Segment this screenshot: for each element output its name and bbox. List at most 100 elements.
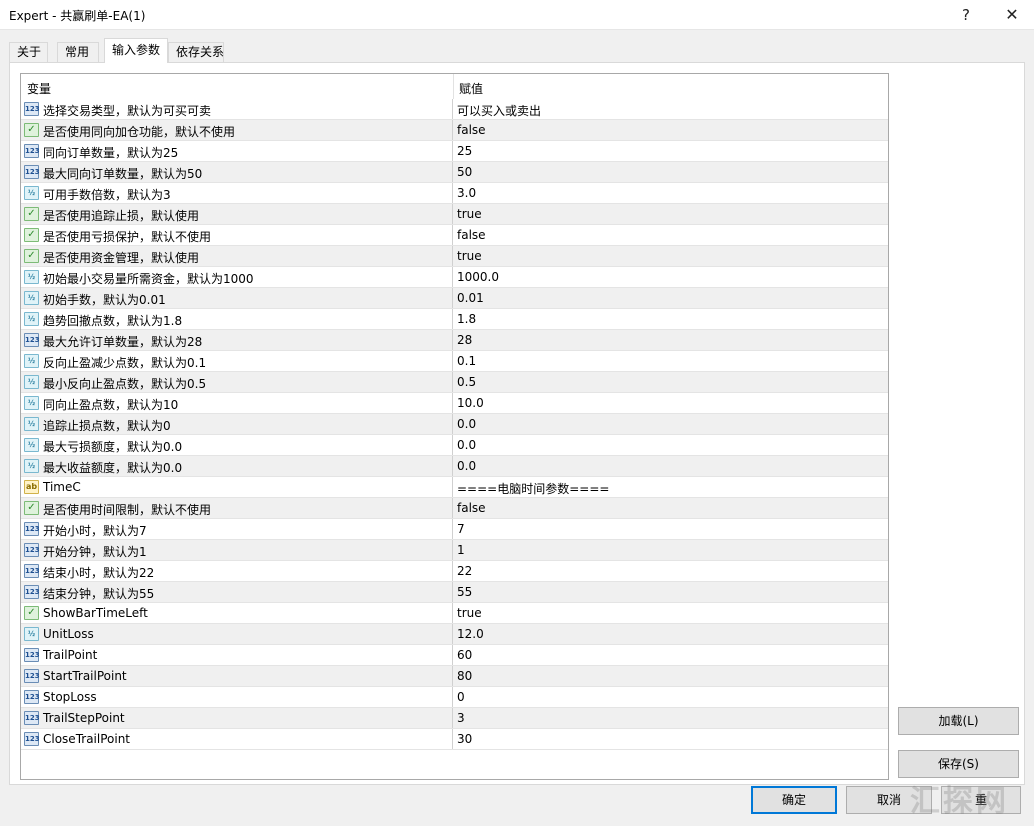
column-header-variable[interactable]: 变量 bbox=[27, 80, 51, 97]
table-row[interactable]: ½ 初始手数，默认为0.01 0.01 bbox=[21, 288, 888, 309]
tab-input-parameters[interactable]: 输入参数 bbox=[104, 38, 168, 63]
table-row[interactable]: 123 TrailStepPoint 3 bbox=[21, 708, 888, 729]
value-cell[interactable]: true bbox=[457, 249, 482, 263]
value-cell[interactable]: 12.0 bbox=[457, 627, 484, 641]
table-row[interactable]: 123 CloseTrailPoint 30 bbox=[21, 729, 888, 750]
variable-cell: 123 StopLoss bbox=[21, 687, 453, 707]
variable-name: 最小反向止盈点数，默认为0.5 bbox=[43, 377, 207, 391]
variable-cell: 123 开始分钟，默认为1 bbox=[21, 540, 453, 560]
value-cell[interactable]: 0 bbox=[457, 690, 465, 704]
variable-cell: ✓ 是否使用追踪止损，默认使用 bbox=[21, 204, 453, 224]
variable-name: 开始小时，默认为7 bbox=[43, 524, 147, 538]
tab-about[interactable]: 关于 bbox=[9, 42, 48, 62]
value-cell[interactable]: 60 bbox=[457, 648, 472, 662]
value-cell[interactable]: 0.1 bbox=[457, 354, 476, 368]
table-row[interactable]: 123 StopLoss 0 bbox=[21, 687, 888, 708]
grid-header: 变量 赋值 bbox=[21, 74, 888, 99]
table-row[interactable]: 123 最大同向订单数量，默认为50 50 bbox=[21, 162, 888, 183]
variable-cell: ½ 初始最小交易量所需资金，默认为1000 bbox=[21, 267, 453, 287]
value-cell[interactable]: 28 bbox=[457, 333, 472, 347]
integer-icon: 123 bbox=[24, 648, 40, 662]
tab-dependencies[interactable]: 依存关系 bbox=[168, 42, 224, 62]
boolean-icon: ✓ bbox=[24, 249, 39, 263]
column-header-value[interactable]: 赋值 bbox=[459, 80, 483, 97]
value-cell[interactable]: 0.0 bbox=[457, 417, 476, 431]
value-cell[interactable]: 可以买入或卖出 bbox=[457, 102, 541, 119]
close-button[interactable]: ✕ bbox=[990, 0, 1034, 30]
table-row[interactable]: ✓ 是否使用时间限制，默认不使用 false bbox=[21, 498, 888, 519]
variable-name: 是否使用追踪止损，默认使用 bbox=[43, 209, 200, 223]
value-cell[interactable]: 25 bbox=[457, 144, 472, 158]
variable-cell: 123 CloseTrailPoint bbox=[21, 729, 453, 749]
value-cell[interactable]: 1.8 bbox=[457, 312, 476, 326]
table-row[interactable]: 123 同向订单数量，默认为25 25 bbox=[21, 141, 888, 162]
table-row[interactable]: 123 结束分钟，默认为55 55 bbox=[21, 582, 888, 603]
double-icon: ½ bbox=[24, 627, 39, 641]
value-cell[interactable]: false bbox=[457, 501, 486, 515]
table-row[interactable]: ½ 初始最小交易量所需资金，默认为1000 1000.0 bbox=[21, 267, 888, 288]
help-button[interactable]: ? bbox=[944, 0, 988, 30]
save-button[interactable]: 保存(S) bbox=[898, 750, 1019, 778]
integer-icon: 123 bbox=[24, 522, 40, 536]
table-row[interactable]: 123 StartTrailPoint 80 bbox=[21, 666, 888, 687]
table-row[interactable]: 123 开始分钟，默认为1 1 bbox=[21, 540, 888, 561]
value-cell[interactable]: 30 bbox=[457, 732, 472, 746]
variable-cell: 123 选择交易类型，默认为可买可卖 bbox=[21, 99, 453, 119]
value-cell[interactable]: false bbox=[457, 228, 486, 242]
variable-name: 同向止盈点数，默认为10 bbox=[43, 398, 179, 412]
ok-button[interactable]: 确定 bbox=[751, 786, 837, 814]
variable-cell: ✓ 是否使用时间限制，默认不使用 bbox=[21, 498, 453, 518]
table-row[interactable]: ½ 可用手数倍数，默认为3 3.0 bbox=[21, 183, 888, 204]
table-row[interactable]: 123 最大允许订单数量，默认为28 28 bbox=[21, 330, 888, 351]
table-row[interactable]: ✓ 是否使用追踪止损，默认使用 true bbox=[21, 204, 888, 225]
value-cell[interactable]: 0.0 bbox=[457, 438, 476, 452]
table-row[interactable]: ½ 同向止盈点数，默认为10 10.0 bbox=[21, 393, 888, 414]
table-row[interactable]: ✓ 是否使用亏损保护，默认不使用 false bbox=[21, 225, 888, 246]
table-row[interactable]: 123 开始小时，默认为7 7 bbox=[21, 519, 888, 540]
value-cell[interactable]: 0.0 bbox=[457, 459, 476, 473]
value-cell[interactable]: 7 bbox=[457, 522, 465, 536]
table-row[interactable]: ✓ 是否使用资金管理，默认使用 true bbox=[21, 246, 888, 267]
variable-name: 最大允许订单数量，默认为28 bbox=[43, 335, 203, 349]
value-cell[interactable]: 1000.0 bbox=[457, 270, 499, 284]
value-cell[interactable]: 1 bbox=[457, 543, 465, 557]
table-row[interactable]: ½ UnitLoss 12.0 bbox=[21, 624, 888, 645]
table-row[interactable]: ½ 趋势回撤点数，默认为1.8 1.8 bbox=[21, 309, 888, 330]
table-row[interactable]: ½ 最小反向止盈点数，默认为0.5 0.5 bbox=[21, 372, 888, 393]
value-cell[interactable]: 22 bbox=[457, 564, 472, 578]
value-cell[interactable]: true bbox=[457, 606, 482, 620]
load-button[interactable]: 加载(L) bbox=[898, 707, 1019, 735]
table-row[interactable]: ✓ ShowBarTimeLeft true bbox=[21, 603, 888, 624]
table-row[interactable]: ½ 追踪止损点数，默认为0 0.0 bbox=[21, 414, 888, 435]
variable-cell: 123 结束分钟，默认为55 bbox=[21, 582, 453, 602]
variable-name: TimeC bbox=[43, 480, 81, 494]
boolean-icon: ✓ bbox=[24, 207, 39, 221]
value-cell[interactable]: true bbox=[457, 207, 482, 221]
value-cell[interactable]: 0.5 bbox=[457, 375, 476, 389]
value-cell[interactable]: 10.0 bbox=[457, 396, 484, 410]
value-cell[interactable]: 3.0 bbox=[457, 186, 476, 200]
variable-cell: ✓ 是否使用亏损保护，默认不使用 bbox=[21, 225, 453, 245]
table-row[interactable]: 123 选择交易类型，默认为可买可卖 可以买入或卖出 bbox=[21, 99, 888, 120]
table-row[interactable]: 123 TrailPoint 60 bbox=[21, 645, 888, 666]
tab-common[interactable]: 常用 bbox=[57, 42, 99, 62]
table-row[interactable]: ½ 最大收益额度，默认为0.0 0.0 bbox=[21, 456, 888, 477]
value-cell[interactable]: 55 bbox=[457, 585, 472, 599]
value-cell[interactable]: ====电脑时间参数==== bbox=[457, 480, 609, 497]
table-row[interactable]: 123 结束小时，默认为22 22 bbox=[21, 561, 888, 582]
value-cell[interactable]: 50 bbox=[457, 165, 472, 179]
table-row[interactable]: ab TimeC ====电脑时间参数==== bbox=[21, 477, 888, 498]
table-row[interactable]: ✓ 是否使用同向加仓功能，默认不使用 false bbox=[21, 120, 888, 141]
parameters-grid: 变量 赋值 123 选择交易类型，默认为可买可卖 可以买入或卖出 ✓ 是否使用同向加仓功… bbox=[20, 73, 889, 780]
integer-icon: 123 bbox=[24, 102, 40, 116]
variable-cell: ½ UnitLoss bbox=[21, 624, 453, 644]
table-row[interactable]: ½ 最大亏损额度，默认为0.0 0.0 bbox=[21, 435, 888, 456]
table-row[interactable]: ½ 反向止盈减少点数，默认为0.1 0.1 bbox=[21, 351, 888, 372]
variable-cell: ½ 最大亏损额度，默认为0.0 bbox=[21, 435, 453, 455]
value-cell[interactable]: 0.01 bbox=[457, 291, 484, 305]
value-cell[interactable]: 80 bbox=[457, 669, 472, 683]
value-cell[interactable]: 3 bbox=[457, 711, 465, 725]
column-divider[interactable] bbox=[453, 74, 454, 99]
variable-cell: ½ 反向止盈减少点数，默认为0.1 bbox=[21, 351, 453, 371]
value-cell[interactable]: false bbox=[457, 123, 486, 137]
